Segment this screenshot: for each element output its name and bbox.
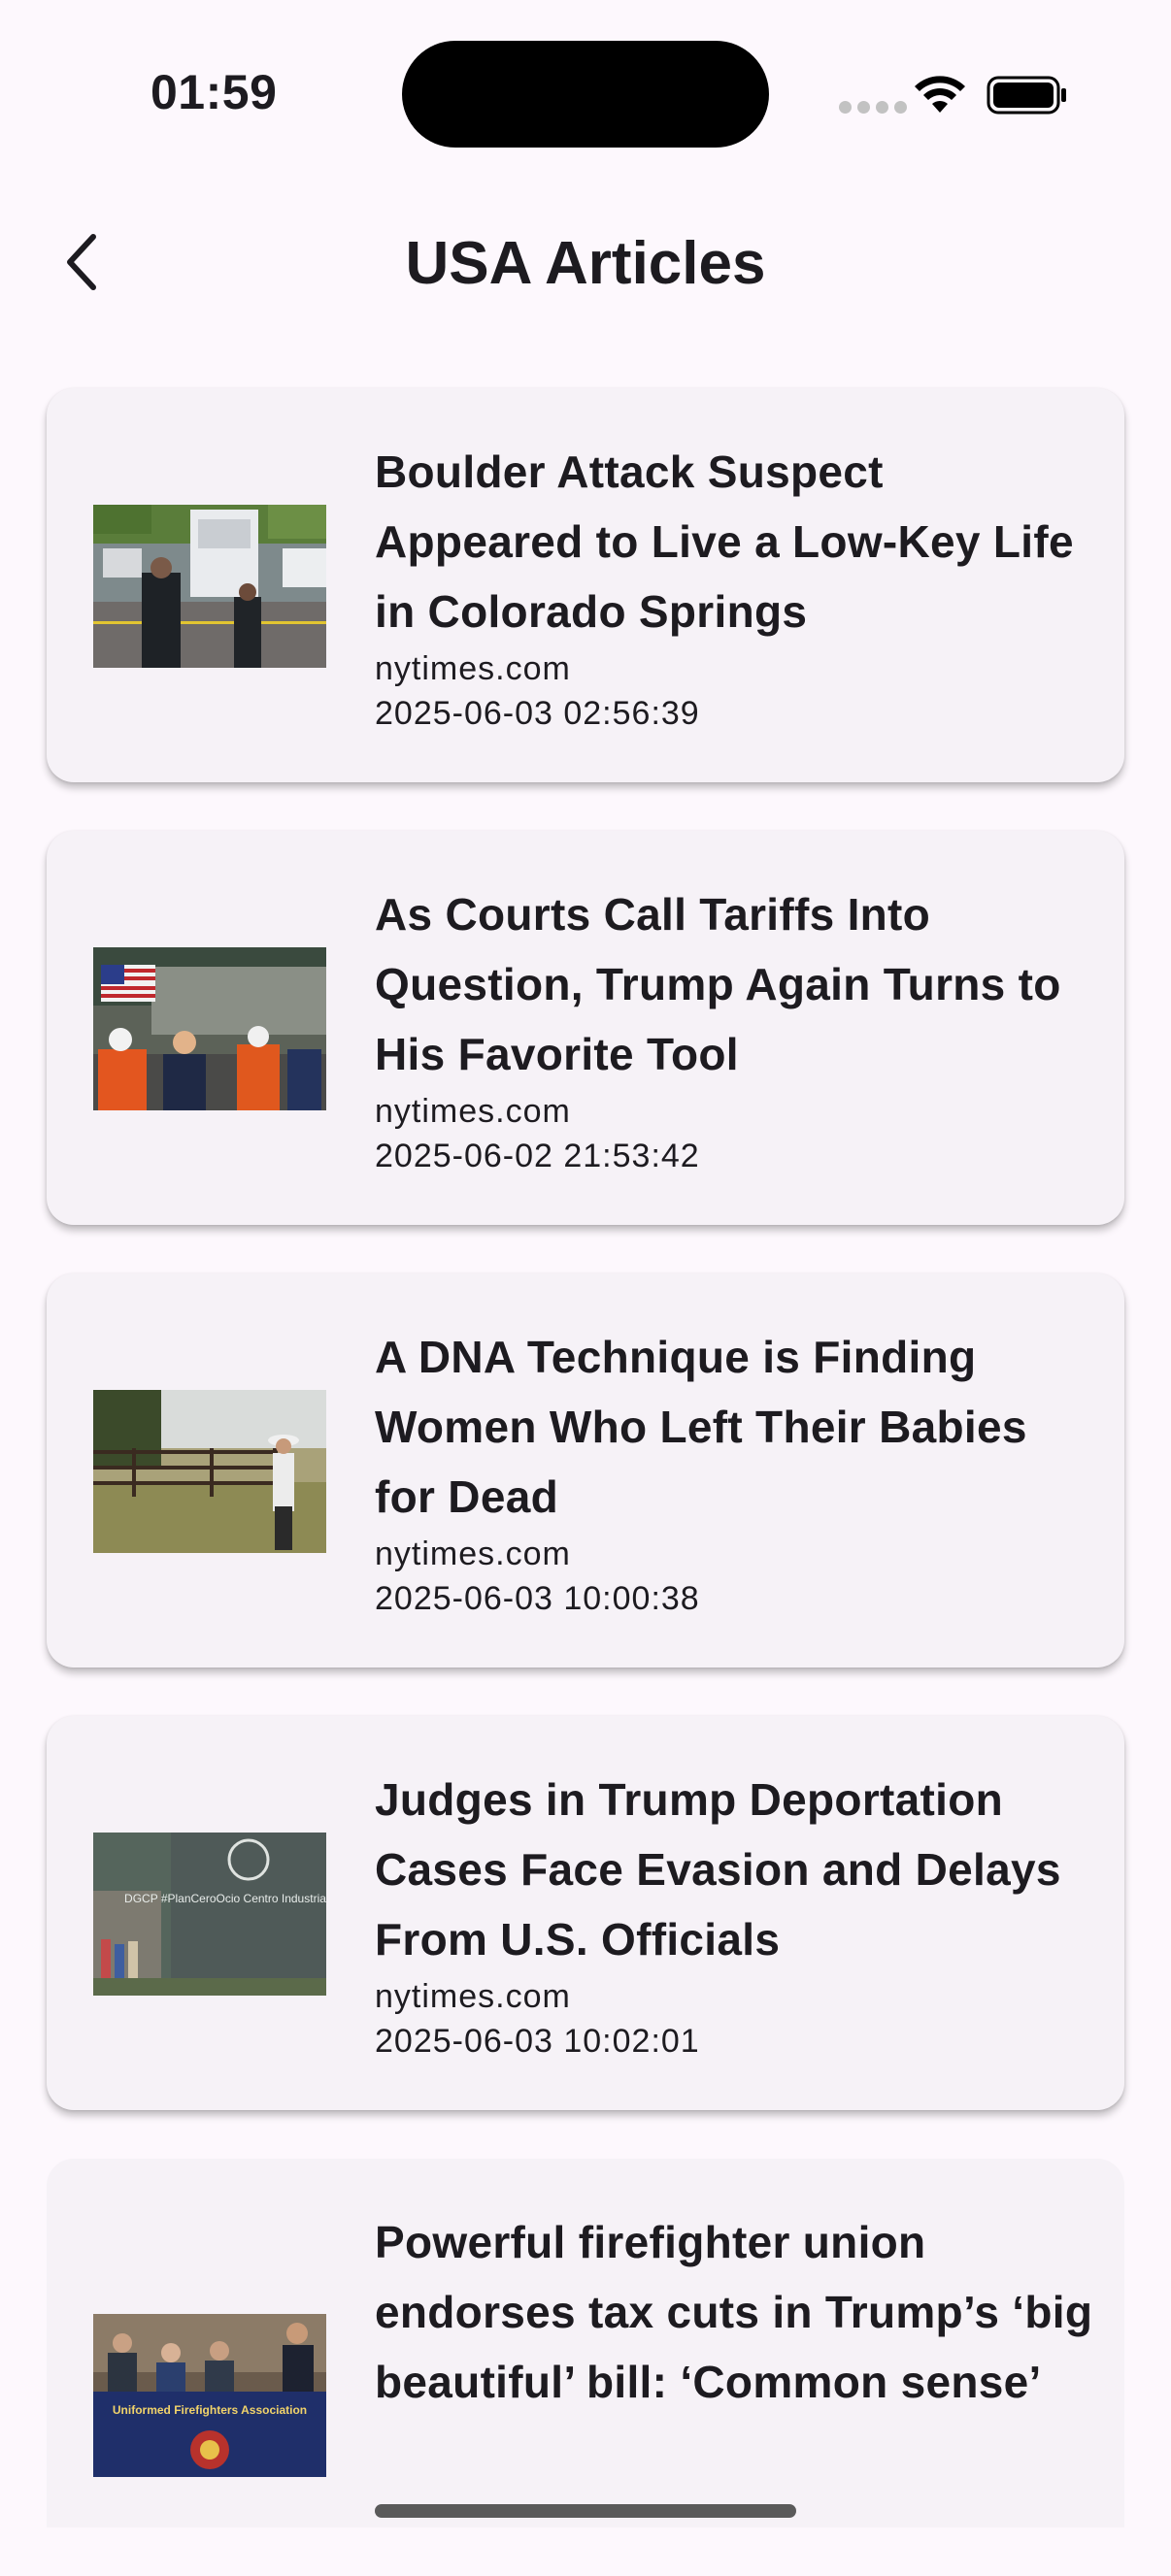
article-title: Boulder Attack Suspect Appeared to Live …: [375, 446, 1074, 637]
article-card[interactable]: Uniformed Firefighters Association Power…: [47, 2159, 1124, 2527]
status-time: 01:59: [151, 65, 278, 119]
article-date: 2025-06-03 10:02:01: [375, 2023, 700, 2060]
home-indicator[interactable]: [375, 2504, 796, 2518]
article-source: nytimes.com: [375, 1536, 571, 1572]
wifi-icon: [915, 76, 965, 113]
battery-icon: [987, 76, 1066, 115]
article-title: As Courts Call Tariffs Into Question, Tr…: [375, 889, 1061, 1079]
thumbnail-signage: Uniformed Firefighters Association: [113, 2403, 307, 2417]
article-source: nytimes.com: [375, 650, 571, 687]
thumbnail-signage: DGCP #PlanCeroOcio Centro Industrial San…: [124, 1892, 326, 1905]
app-bar: USA Articles: [0, 194, 1171, 330]
article-source: nytimes.com: [375, 1978, 571, 2015]
article-thumbnail: [93, 1390, 326, 1553]
article-card[interactable]: As Courts Call Tariffs Into Question, Tr…: [47, 831, 1124, 1225]
status-bar: 01:59: [0, 0, 1171, 175]
article-thumbnail: DGCP #PlanCeroOcio Centro Industrial San…: [93, 1833, 326, 1996]
article-card[interactable]: Boulder Attack Suspect Appeared to Live …: [47, 388, 1124, 782]
dynamic-island: [402, 41, 769, 148]
article-date: 2025-06-03 02:56:39: [375, 695, 700, 732]
article-card[interactable]: DGCP #PlanCeroOcio Centro Industrial San…: [47, 1716, 1124, 2110]
article-list: Boulder Attack Suspect Appeared to Live …: [47, 388, 1124, 2576]
article-date: 2025-06-03 10:00:38: [375, 1580, 700, 1617]
article-title: Powerful firefighter union endorses tax …: [375, 2217, 1093, 2407]
article-card[interactable]: A DNA Technique is Finding Women Who Lef…: [47, 1273, 1124, 1668]
cellular-signal-icon: [839, 101, 907, 114]
article-thumbnail: [93, 947, 326, 1110]
article-source: nytimes.com: [375, 1093, 571, 1130]
article-date: 2025-06-02 21:53:42: [375, 1138, 700, 1174]
article-title: A DNA Technique is Finding Women Who Lef…: [375, 1332, 1027, 1522]
article-thumbnail: [93, 505, 326, 668]
article-thumbnail: Uniformed Firefighters Association: [93, 2314, 326, 2477]
page-title: USA Articles: [405, 230, 766, 297]
article-title: Judges in Trump Deportation Cases Face E…: [375, 1774, 1061, 1965]
